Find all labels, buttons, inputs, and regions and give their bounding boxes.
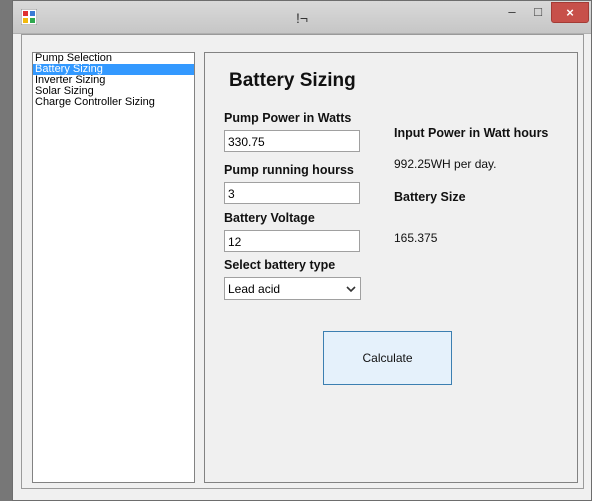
close-button[interactable]: × (551, 2, 589, 23)
pump-hours-label: Pump running hourss (224, 163, 354, 177)
battery-type-select[interactable]: Lead acid (224, 277, 361, 300)
minimize-button[interactable]: – (499, 2, 525, 23)
title-bar[interactable]: !¬ – □ × (13, 1, 591, 34)
pump-power-label: Pump Power in Watts (224, 111, 352, 125)
list-item-charge-controller-sizing[interactable]: Charge Controller Sizing (33, 97, 194, 108)
battery-voltage-input[interactable]: 12 (224, 230, 360, 252)
background-edge (0, 0, 12, 501)
panel-title: Battery Sizing (229, 70, 356, 91)
pump-hours-input[interactable]: 3 (224, 182, 360, 204)
battery-type-label: Select battery type (224, 258, 336, 272)
battery-type-value: Lead acid (228, 282, 281, 296)
battery-voltage-label: Battery Voltage (224, 211, 315, 225)
client-area: Pump Selection Battery Sizing Inverter S… (21, 34, 584, 489)
chevron-down-icon (346, 286, 356, 293)
battery-sizing-panel: Battery Sizing Pump Power in Watts 330.7… (204, 52, 578, 483)
battery-size-value: 165.375 (394, 231, 438, 245)
maximize-button[interactable]: □ (525, 2, 551, 23)
calculate-button[interactable]: Calculate (323, 331, 452, 385)
app-window: !¬ – □ × Pump Selection Battery Sizing I… (12, 0, 592, 501)
sizing-listbox[interactable]: Pump Selection Battery Sizing Inverter S… (32, 52, 195, 483)
battery-size-label: Battery Size (394, 190, 466, 204)
pump-power-input[interactable]: 330.75 (224, 130, 360, 152)
input-power-value: 992.25WH per day. (394, 157, 497, 171)
input-power-label: Input Power in Watt hours (394, 126, 549, 140)
